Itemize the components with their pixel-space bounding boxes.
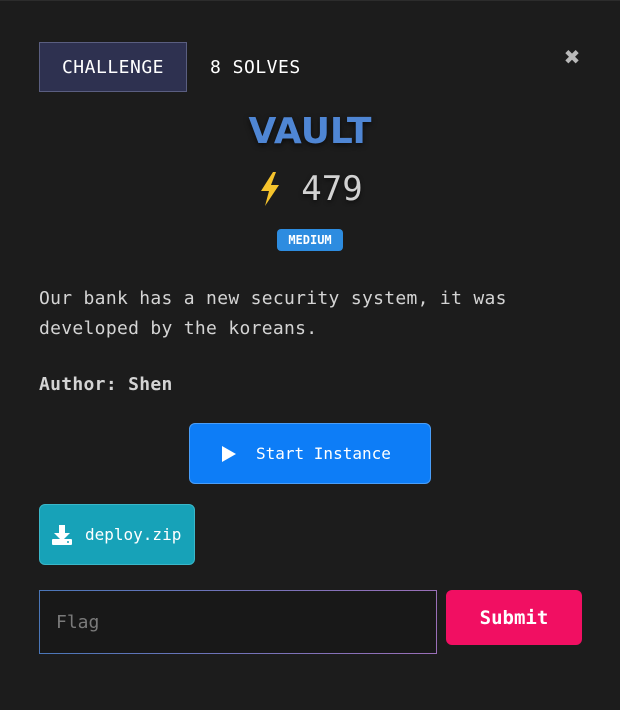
download-file-label: deploy.zip xyxy=(85,525,182,544)
challenge-title: VAULT xyxy=(248,111,372,152)
difficulty-badge: MEDIUM xyxy=(277,229,343,251)
close-button[interactable]: ✖ xyxy=(562,45,582,69)
challenge-modal: CHALLENGE 8 SOLVES ✖ VAULT 479 MEDIUM Ou… xyxy=(0,0,620,710)
points-row: 479 xyxy=(0,169,620,209)
download-icon xyxy=(52,524,72,545)
challenge-points: 479 xyxy=(301,169,363,209)
play-icon xyxy=(222,445,236,462)
tab-challenge[interactable]: CHALLENGE xyxy=(39,42,187,92)
flag-input[interactable] xyxy=(39,590,437,654)
start-instance-label: Start Instance xyxy=(256,444,391,463)
submit-button[interactable]: Submit xyxy=(446,590,582,645)
challenge-author: Author: Shen xyxy=(39,374,173,395)
lightning-bolt-icon xyxy=(261,172,280,206)
tab-solves[interactable]: 8 SOLVES xyxy=(210,42,301,92)
close-icon: ✖ xyxy=(563,45,581,69)
start-instance-button[interactable]: Start Instance xyxy=(189,423,431,484)
download-file-button[interactable]: deploy.zip xyxy=(39,504,195,565)
challenge-description: Our bank has a new security system, it w… xyxy=(39,288,507,339)
